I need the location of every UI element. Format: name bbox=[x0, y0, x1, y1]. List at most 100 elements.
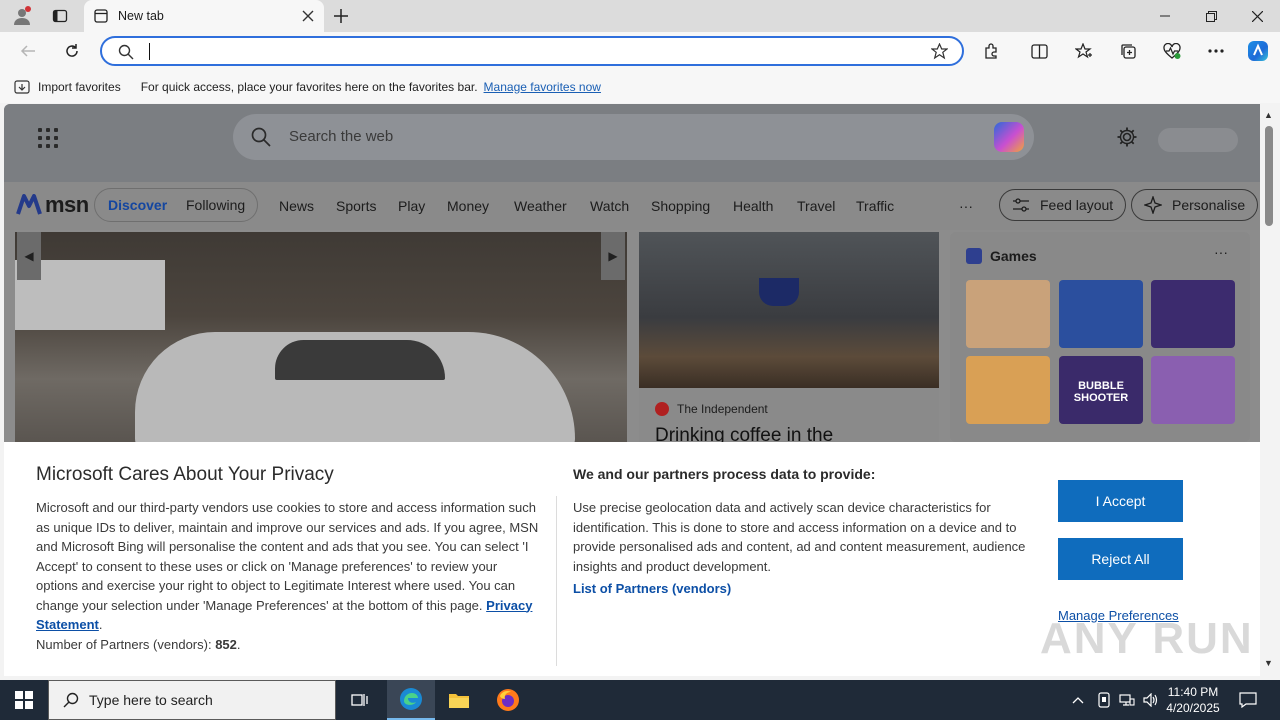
new-tab-page-icon bbox=[94, 9, 108, 23]
taskbar-search-placeholder: Type here to search bbox=[89, 692, 213, 708]
article-image-mug bbox=[759, 278, 799, 306]
article-card[interactable]: The Independent Drinking coffee in the bbox=[639, 232, 939, 442]
notifications-button[interactable] bbox=[1234, 680, 1262, 720]
scroll-up-arrow-icon[interactable]: ▲ bbox=[1264, 110, 1273, 120]
nav-watch[interactable]: Watch bbox=[590, 198, 629, 214]
minimize-button[interactable] bbox=[1142, 0, 1188, 32]
add-favorite-star-icon[interactable] bbox=[931, 43, 948, 60]
tab-following[interactable]: Following bbox=[186, 197, 245, 213]
browser-essentials-button[interactable] bbox=[1156, 35, 1188, 67]
web-search-box[interactable]: Search the web bbox=[233, 114, 1034, 160]
more-dots-icon bbox=[1208, 49, 1224, 53]
taskbar-search-box[interactable]: Type here to search bbox=[48, 680, 336, 720]
scroll-down-arrow-icon[interactable]: ▼ bbox=[1264, 658, 1273, 668]
nav-sports[interactable]: Sports bbox=[336, 198, 376, 214]
tab-new-tab[interactable]: New tab bbox=[84, 0, 324, 32]
game-tile-2[interactable] bbox=[1059, 280, 1143, 348]
taskbar-firefox[interactable] bbox=[484, 680, 532, 720]
page-header: Search the web bbox=[4, 104, 1260, 182]
notification-icon bbox=[1239, 692, 1257, 708]
game-tile-6[interactable] bbox=[1151, 356, 1235, 424]
import-favorites-button[interactable]: Import favorites bbox=[38, 80, 121, 94]
profile-icon[interactable] bbox=[6, 0, 38, 32]
copilot-logo-icon[interactable] bbox=[994, 122, 1024, 152]
taskbar-clock[interactable]: 11:40 PM 4/20/2025 bbox=[1158, 684, 1228, 716]
nav-news[interactable]: News bbox=[279, 198, 314, 214]
split-screen-button[interactable] bbox=[1023, 35, 1055, 67]
tab-discover[interactable]: Discover bbox=[108, 197, 167, 213]
apps-launcher-icon[interactable] bbox=[38, 128, 58, 148]
close-tab-icon[interactable] bbox=[302, 10, 314, 22]
accept-button[interactable]: I Accept bbox=[1058, 480, 1183, 522]
collections-icon bbox=[1120, 43, 1136, 59]
tab-actions-icon[interactable] bbox=[44, 0, 76, 32]
clock-date: 4/20/2025 bbox=[1166, 701, 1220, 715]
nav-health[interactable]: Health bbox=[733, 198, 773, 214]
refresh-icon bbox=[66, 44, 78, 57]
scrollbar-thumb[interactable] bbox=[1265, 126, 1273, 226]
page-scrollbar[interactable]: ▲ ▼ bbox=[1260, 104, 1280, 676]
nav-traffic[interactable]: Traffic bbox=[856, 198, 894, 214]
restore-button[interactable] bbox=[1188, 0, 1234, 32]
article-headline[interactable]: Drinking coffee in the bbox=[655, 425, 833, 442]
feed-layout-button[interactable]: Feed layout bbox=[999, 189, 1127, 221]
back-button[interactable] bbox=[12, 35, 44, 67]
msn-nav-row: msn Discover Following News Sports Play … bbox=[4, 182, 1260, 230]
carousel-prev-button[interactable]: ◀ bbox=[17, 232, 41, 280]
extensions-button[interactable] bbox=[975, 35, 1007, 67]
games-header[interactable]: Games bbox=[966, 248, 1037, 264]
refresh-button[interactable] bbox=[56, 35, 88, 67]
article-image bbox=[639, 232, 939, 388]
taskbar-file-explorer[interactable] bbox=[435, 680, 483, 720]
nav-shopping[interactable]: Shopping bbox=[651, 198, 710, 214]
favorites-button[interactable] bbox=[1068, 35, 1100, 67]
anyrun-watermark: ANY RUN bbox=[1040, 614, 1254, 663]
address-bar[interactable] bbox=[100, 36, 964, 66]
start-button[interactable] bbox=[0, 680, 48, 720]
task-view-button[interactable] bbox=[336, 680, 384, 720]
game-tile-1[interactable] bbox=[966, 280, 1050, 348]
nav-play[interactable]: Play bbox=[398, 198, 425, 214]
taskbar-edge[interactable] bbox=[387, 680, 435, 720]
msn-logo[interactable]: msn bbox=[16, 192, 89, 218]
search-icon bbox=[251, 127, 271, 147]
tray-network-icon[interactable] bbox=[1116, 680, 1138, 720]
game-tile-5-title: BUBBLE SHOOTER bbox=[1073, 380, 1129, 404]
close-window-button[interactable] bbox=[1234, 0, 1280, 32]
tray-device-icon[interactable] bbox=[1094, 680, 1114, 720]
tray-chevron-up-icon[interactable] bbox=[1068, 680, 1088, 720]
nav-weather[interactable]: Weather bbox=[514, 198, 567, 214]
collections-button[interactable] bbox=[1112, 35, 1144, 67]
sign-in-button[interactable] bbox=[1158, 128, 1238, 152]
personalise-button[interactable]: Personalise bbox=[1131, 189, 1259, 221]
favorites-bar: Import favorites For quick access, place… bbox=[0, 70, 1280, 103]
nav-travel[interactable]: Travel bbox=[797, 198, 835, 214]
privacy-body: Microsoft and our third-party vendors us… bbox=[36, 500, 539, 652]
reject-all-button[interactable]: Reject All bbox=[1058, 538, 1183, 580]
partners-count-label: Number of Partners (vendors): bbox=[36, 636, 212, 652]
plus-icon bbox=[334, 9, 348, 23]
restore-icon bbox=[1205, 10, 1217, 22]
game-tile-4[interactable] bbox=[966, 356, 1050, 424]
gear-icon[interactable] bbox=[1116, 126, 1138, 148]
carousel-next-button[interactable]: ▶ bbox=[601, 232, 625, 280]
text-caret bbox=[149, 43, 150, 60]
hero-image-car-window bbox=[275, 340, 445, 380]
windows-taskbar: Type here to search 11:40 PM 4/20/2025 bbox=[0, 680, 1280, 720]
game-tile-5[interactable]: BUBBLE SHOOTER bbox=[1059, 356, 1143, 424]
hero-carousel[interactable] bbox=[15, 232, 627, 442]
search-icon bbox=[118, 44, 134, 60]
manage-favorites-link[interactable]: Manage favorites now bbox=[484, 80, 601, 94]
favorites-bar-hint: For quick access, place your favorites h… bbox=[140, 79, 478, 94]
new-tab-button[interactable] bbox=[325, 0, 357, 32]
nav-money[interactable]: Money bbox=[447, 198, 489, 214]
title-bar: New tab bbox=[0, 0, 1280, 32]
web-search-placeholder: Search the web bbox=[289, 128, 394, 145]
games-icon bbox=[966, 248, 982, 264]
games-more-button[interactable]: ··· bbox=[1214, 244, 1228, 260]
settings-more-button[interactable] bbox=[1200, 35, 1232, 67]
nav-more-button[interactable]: ··· bbox=[959, 198, 973, 214]
copilot-button[interactable] bbox=[1242, 35, 1274, 67]
list-of-partners-link[interactable]: List of Partners (vendors) bbox=[573, 581, 731, 596]
game-tile-3[interactable] bbox=[1151, 280, 1235, 348]
